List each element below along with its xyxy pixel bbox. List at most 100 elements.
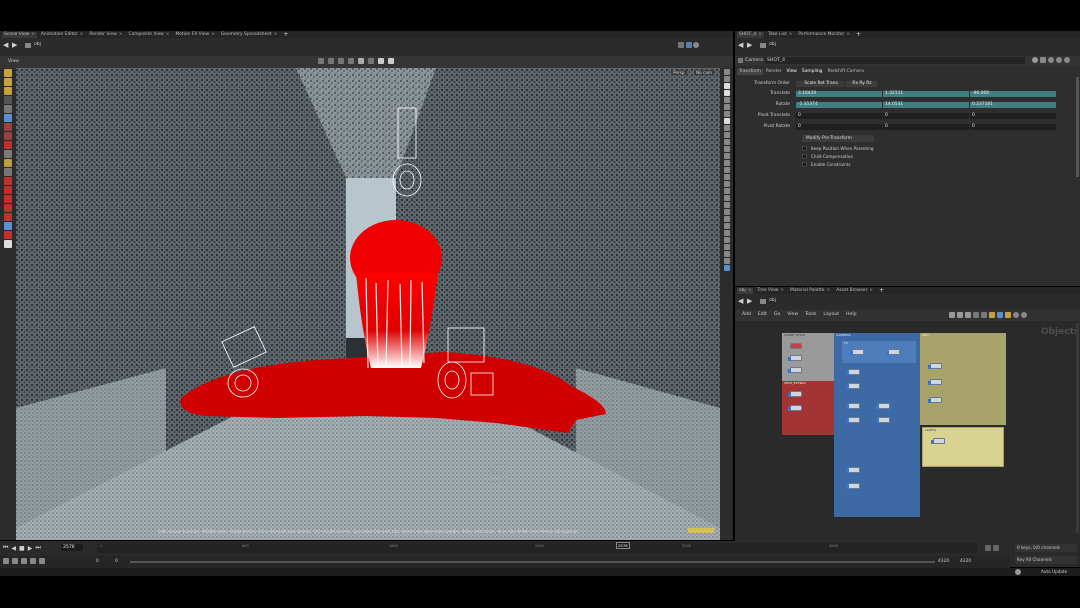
ik-tool-icon[interactable] [4, 195, 12, 203]
network-scrollbar[interactable] [1076, 323, 1079, 533]
translate-y-field[interactable]: 1.32111 [883, 90, 969, 97]
menu-tools[interactable]: Tools [805, 312, 816, 317]
display-icon-15[interactable] [723, 167, 730, 173]
network-node[interactable] [931, 438, 945, 444]
display-icon-23[interactable] [723, 223, 730, 229]
display-icon-19[interactable] [723, 195, 730, 201]
back-arrow-icon[interactable]: ◀ [738, 297, 743, 305]
display-icon-28[interactable] [723, 258, 730, 264]
range-end-field[interactable]: 4320 [938, 559, 949, 564]
loop-icon[interactable] [12, 558, 18, 564]
display-icon-5[interactable] [723, 97, 730, 103]
display-icon-2[interactable] [723, 76, 730, 82]
gear-icon[interactable] [1032, 57, 1038, 63]
tab-animation-editor[interactable]: Animation Editor × [39, 32, 85, 38]
info-icon[interactable] [1048, 57, 1054, 63]
display-icon-21[interactable] [723, 209, 730, 215]
light-tool-icon[interactable] [4, 240, 12, 248]
param-scrollbar[interactable] [1076, 77, 1079, 177]
tab-composite-view[interactable]: Composite View × [127, 32, 172, 38]
display-icon-14[interactable] [723, 160, 730, 166]
auto-update-label[interactable]: Auto Update [1041, 569, 1067, 574]
rotate-z-field[interactable]: 0.237181 [970, 101, 1056, 108]
tools-icon[interactable] [957, 312, 963, 318]
display-icon-16[interactable] [723, 174, 730, 180]
netbox-geo[interactable]: GEO [920, 333, 1006, 425]
jump-start-icon[interactable]: ⏮ [3, 544, 8, 552]
modify-pre-transform-button[interactable]: Modify Pre-Transform [802, 135, 874, 142]
tab-redshift-camera[interactable]: Redshift Camera [825, 69, 865, 75]
tumble-icon[interactable] [318, 58, 324, 64]
display-icon-18[interactable] [723, 188, 730, 194]
display-icon-25[interactable] [723, 237, 730, 243]
network-node[interactable] [928, 397, 942, 403]
display-icon-13[interactable] [723, 153, 730, 159]
network-node[interactable] [928, 379, 942, 385]
audio-icon[interactable] [985, 545, 991, 551]
display-icon-24[interactable] [723, 230, 730, 236]
netbox-cameras[interactable]: CAMERAS FX [834, 333, 920, 517]
network-node[interactable] [788, 405, 802, 411]
menu-view[interactable]: View [787, 312, 798, 317]
rotate-tool-icon[interactable] [4, 87, 12, 95]
pivot-rotate-y-field[interactable]: 0 [883, 123, 969, 130]
camera-lock-icon[interactable] [378, 58, 384, 64]
rotate-y-field[interactable]: 14.0531 [883, 101, 969, 108]
back-arrow-icon[interactable]: ◀ [3, 41, 8, 49]
tab-tree-view[interactable]: Tree View × [755, 288, 786, 294]
tab-shot4[interactable]: SHOT_4 × [737, 31, 764, 38]
snap-tool-icon[interactable] [4, 177, 12, 185]
menu-add[interactable]: Add [742, 312, 751, 317]
network-node[interactable] [846, 403, 860, 409]
magnet2-tool-icon[interactable] [4, 213, 12, 221]
range-end2-field[interactable]: 4320 [960, 559, 971, 564]
measure-tool-icon[interactable] [4, 168, 12, 176]
display-icon-9[interactable] [723, 125, 730, 131]
netbox-scene-setup[interactable]: SCENE_SETUP [782, 333, 834, 381]
network-node[interactable] [876, 417, 890, 423]
display-icon-29[interactable] [723, 265, 730, 271]
pivot-translate-x-field[interactable]: 0 [796, 112, 882, 119]
forward-arrow-icon[interactable]: ▶ [747, 41, 752, 49]
pivot-rotate-x-field[interactable]: 0 [796, 123, 882, 130]
netbox-lights[interactable]: LIGHTS [922, 427, 1004, 467]
netbox-shot-extras[interactable]: SHOT_EXTRAS [782, 381, 834, 435]
update-mode-icon[interactable] [1015, 569, 1021, 575]
range-start-field[interactable]: 0 [96, 559, 99, 564]
transform-order-select[interactable]: Scale Rot Trans [796, 80, 844, 87]
network-node[interactable] [886, 349, 900, 355]
pin-icon[interactable] [678, 42, 684, 48]
current-frame-field[interactable]: 2576 [61, 544, 83, 551]
network-node[interactable] [846, 369, 860, 375]
menu-layout[interactable]: Layout [823, 312, 839, 317]
lock-camera-icon[interactable] [723, 83, 730, 89]
help-icon[interactable] [1021, 312, 1027, 318]
tab-take-list[interactable]: Take List × [766, 32, 795, 38]
sound-icon[interactable] [30, 558, 36, 564]
tab-geometry-spreadsheet[interactable]: Geometry Spreadsheet × [219, 32, 280, 38]
node-name-field[interactable]: SHOT_4 [765, 57, 1025, 64]
display-options-icon[interactable] [388, 58, 394, 64]
note-icon[interactable] [1005, 312, 1011, 318]
enable-constraints-row[interactable]: Enable Constraints [802, 161, 874, 167]
shading-icon[interactable] [723, 118, 730, 124]
network-node[interactable] [788, 367, 802, 373]
question-icon[interactable] [1064, 57, 1070, 63]
netbox-fx[interactable]: FX [842, 341, 916, 363]
select-icon[interactable] [328, 58, 334, 64]
pin-tool-icon[interactable] [4, 204, 12, 212]
tab-render-view[interactable]: Render View × [87, 32, 124, 38]
network-node[interactable] [846, 383, 860, 389]
pivot-translate-y-field[interactable]: 0 [883, 112, 969, 119]
display-icon-27[interactable] [723, 251, 730, 257]
keep-position-checkbox[interactable] [802, 145, 807, 151]
network-node[interactable] [846, 417, 860, 423]
tab-motion-fx-view[interactable]: Motion FX View × [173, 32, 216, 38]
stop-icon[interactable]: ■ [19, 545, 25, 552]
handle-icon[interactable] [348, 58, 354, 64]
rotate-x-field[interactable]: -1.31374 [796, 101, 882, 108]
param-path-label[interactable]: obj [769, 42, 776, 47]
tab-performance-monitor[interactable]: Performance Monitor × [796, 32, 852, 38]
lock-tool-icon[interactable] [4, 114, 12, 122]
network-node[interactable] [846, 483, 860, 489]
